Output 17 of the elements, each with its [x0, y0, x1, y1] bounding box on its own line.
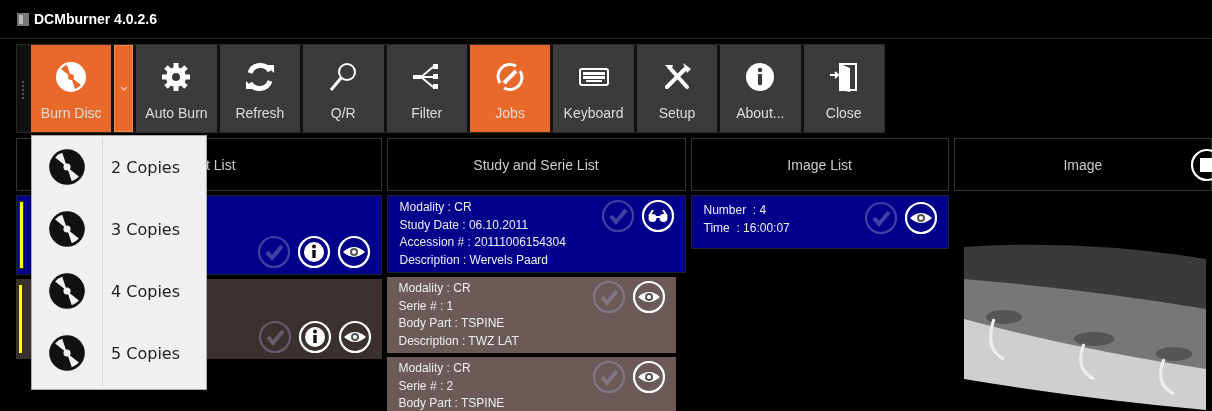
row-text: Number : 4: [703, 202, 768, 219]
row-text: Modality : CR: [399, 199, 473, 216]
row-text: Description : Wervels Paard: [399, 251, 550, 269]
panel-header: Study and Serie List: [386, 138, 686, 191]
window-title: DCMburner 4.0.2.6: [34, 11, 157, 27]
row-text: Description : TWZ LAT: [398, 332, 520, 350]
panel-header: Image: [953, 138, 1212, 191]
row-text: Body Part : TSPINE: [398, 315, 506, 332]
row-text: Serie # : 2: [398, 377, 455, 395]
row-text: Serie # : 1: [398, 297, 455, 315]
row-text: Time : 16:00:07: [703, 220, 791, 237]
row-text: Modality : CR: [398, 360, 472, 377]
row-text: Body Part : TSPINE: [398, 395, 506, 411]
row-text: Study Date : 06.10.2011: [399, 216, 530, 234]
panel-header: Image List: [690, 138, 949, 191]
row-text: Accession # : 20111006154304: [399, 234, 567, 251]
row-text: Modality : CR: [398, 280, 472, 297]
